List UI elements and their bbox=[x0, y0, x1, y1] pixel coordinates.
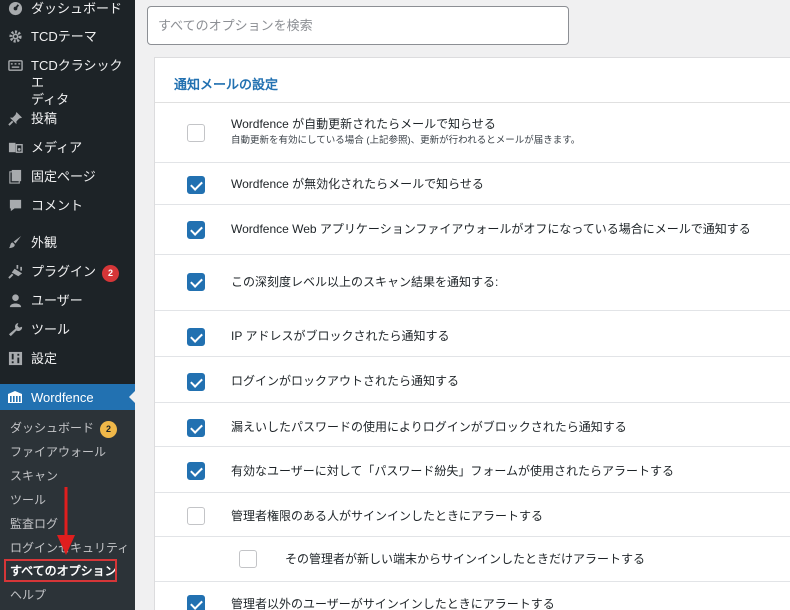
option-row: 管理者以外のユーザーがサインインしたときにアラートする bbox=[155, 581, 790, 610]
option-label: 管理者権限のある人がサインインしたときにアラートする bbox=[231, 509, 544, 523]
sidebar-item-label: Wordfence bbox=[31, 389, 94, 405]
option-description: 自動更新を有効にしている場合 (上記参照)、更新が行われるとメールが届きます。 bbox=[231, 135, 581, 146]
sidebar-item-label: ツール bbox=[31, 322, 71, 337]
submenu-item-help[interactable]: ヘルプ bbox=[10, 587, 46, 603]
option-label: 漏えいしたパスワードの使用によりログインがブロックされたら通知する bbox=[231, 420, 627, 434]
highlight-box bbox=[4, 559, 117, 582]
option-row: 漏えいしたパスワードの使用によりログインがブロックされたら通知する bbox=[155, 403, 790, 447]
option-checkbox[interactable] bbox=[187, 507, 205, 525]
sidebar-item-users[interactable]: ユーザー bbox=[0, 292, 135, 309]
wordfence-icon bbox=[7, 389, 23, 405]
option-row: この深刻度レベル以上のスキャン結果を通知する: bbox=[155, 255, 790, 311]
option-label: IP アドレスがブロックされたら通知する bbox=[231, 329, 450, 343]
keyboard-icon bbox=[7, 57, 23, 73]
option-label: Wordfence が無効化されたらメールで知らせる bbox=[231, 177, 484, 191]
option-label: 有効なユーザーに対して「パスワード紛失」フォームが使用されたらアラートする bbox=[231, 464, 675, 478]
sidebar-item-label: ユーザー bbox=[31, 293, 83, 308]
option-row-nested: その管理者が新しい端末からサインインしたときだけアラートする bbox=[155, 537, 790, 581]
red-arrow-annotation bbox=[57, 487, 75, 555]
wrench-icon bbox=[7, 321, 23, 337]
option-label: この深刻度レベル以上のスキャン結果を通知する: bbox=[231, 275, 499, 289]
page-icon bbox=[7, 168, 23, 184]
sidebar-item-label: メディア bbox=[31, 140, 83, 155]
sidebar-item-settings[interactable]: 設定 bbox=[0, 350, 135, 367]
sidebar-item-label: コメント bbox=[31, 198, 84, 213]
option-row: Wordfence Web アプリケーションファイアウォールがオフになっている場… bbox=[155, 205, 790, 255]
option-checkbox[interactable] bbox=[239, 550, 257, 568]
submenu-item-scan[interactable]: スキャン bbox=[10, 468, 58, 484]
search-input[interactable] bbox=[148, 7, 568, 44]
sidebar-item-label: 外観 bbox=[31, 235, 58, 250]
sidebar-item-label: TCDクラシックエ ディタ bbox=[31, 58, 123, 107]
settings-icon bbox=[7, 350, 23, 366]
sidebar-item-label: 固定ページ bbox=[31, 169, 96, 184]
panel-title: 通知メールの設定 bbox=[174, 77, 279, 92]
sidebar-item-media[interactable]: メディア bbox=[0, 139, 135, 156]
media-icon bbox=[7, 139, 23, 155]
sidebar-item-label: ダッシュボード bbox=[31, 1, 123, 16]
sidebar-item-plugins[interactable]: プラグイン 2 bbox=[0, 263, 135, 282]
user-icon bbox=[7, 292, 23, 308]
option-row: ログインがロックアウトされたら通知する bbox=[155, 357, 790, 403]
gear-icon bbox=[7, 28, 23, 44]
option-checkbox[interactable] bbox=[187, 462, 205, 480]
option-checkbox[interactable] bbox=[187, 373, 205, 391]
sidebar-item-wordfence[interactable]: Wordfence bbox=[0, 384, 135, 410]
option-label: Wordfence Web アプリケーションファイアウォールがオフになっている場… bbox=[231, 222, 751, 236]
option-label: 管理者以外のユーザーがサインインしたときにアラートする bbox=[231, 597, 555, 610]
option-row: 有効なユーザーに対して「パスワード紛失」フォームが使用されたらアラートする bbox=[155, 447, 790, 493]
dashboard-icon bbox=[7, 0, 23, 16]
sidebar-item-tcd-theme[interactable]: TCDテーマ bbox=[0, 28, 135, 45]
option-checkbox[interactable] bbox=[187, 273, 205, 291]
submenu-item-audit-log[interactable]: 監査ログ bbox=[10, 516, 58, 532]
option-row: 管理者権限のある人がサインインしたときにアラートする bbox=[155, 493, 790, 537]
sidebar-item-label: 設定 bbox=[31, 351, 58, 366]
sidebar-item-label: プラグイン 2 bbox=[31, 263, 120, 282]
option-label: Wordfence が自動更新されたらメールで知らせる bbox=[231, 117, 496, 131]
sidebar-item-label: TCDテーマ bbox=[31, 29, 97, 44]
option-checkbox[interactable] bbox=[187, 176, 205, 194]
brush-icon bbox=[7, 234, 23, 250]
sidebar-item-comments[interactable]: コメント bbox=[0, 197, 135, 214]
admin-sidebar: ダッシュボード TCDテーマ TCDクラシックエ ディタ 投稿 メディア 固定ペー… bbox=[0, 0, 135, 610]
submenu-item-dashboard[interactable]: ダッシュボード 2 bbox=[10, 420, 118, 438]
option-row: Wordfence が自動更新されたらメールで知らせる 自動更新を有効にしている… bbox=[155, 103, 790, 163]
option-label: その管理者が新しい端末からサインインしたときだけアラートする bbox=[285, 552, 646, 566]
submenu-item-tools[interactable]: ツール bbox=[10, 492, 46, 508]
options-search[interactable] bbox=[147, 6, 569, 45]
option-row: Wordfence が無効化されたらメールで知らせる bbox=[155, 163, 790, 205]
plugin-icon bbox=[7, 263, 23, 279]
option-checkbox[interactable] bbox=[187, 328, 205, 346]
option-label: ログインがロックアウトされたら通知する bbox=[231, 374, 460, 388]
option-row: IP アドレスがブロックされたら通知する bbox=[155, 311, 790, 357]
sidebar-item-tcd-classic-editor[interactable]: TCDクラシックエ ディタ bbox=[0, 57, 135, 108]
sidebar-item-posts[interactable]: 投稿 bbox=[0, 110, 135, 127]
sidebar-item-tools[interactable]: ツール bbox=[0, 321, 135, 338]
dashboard-notice-badge: 2 bbox=[100, 421, 118, 438]
current-menu-arrow bbox=[129, 391, 135, 403]
sidebar-item-pages[interactable]: 固定ページ bbox=[0, 168, 135, 185]
option-checkbox[interactable] bbox=[187, 221, 205, 239]
option-checkbox[interactable] bbox=[187, 124, 205, 142]
sidebar-item-dashboard[interactable]: ダッシュボード bbox=[0, 0, 135, 17]
option-checkbox[interactable] bbox=[187, 419, 205, 437]
pin-icon bbox=[7, 110, 23, 126]
sidebar-item-label: 投稿 bbox=[31, 111, 58, 126]
notification-email-settings-panel: 通知メールの設定 Wordfence が自動更新されたらメールで知らせる 自動更… bbox=[154, 57, 790, 610]
comment-icon bbox=[7, 197, 23, 213]
option-checkbox[interactable] bbox=[187, 595, 205, 610]
plugin-update-badge: 2 bbox=[102, 265, 120, 282]
sidebar-item-appearance[interactable]: 外観 bbox=[0, 234, 135, 251]
submenu-item-firewall[interactable]: ファイアウォール bbox=[10, 444, 106, 460]
